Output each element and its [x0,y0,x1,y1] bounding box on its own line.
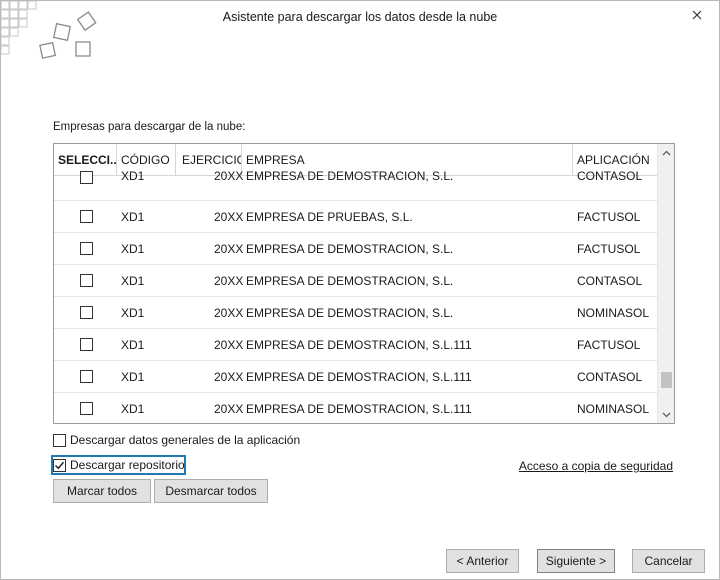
next-button[interactable]: Siguiente > [537,549,615,573]
row-select-checkbox[interactable] [80,274,93,287]
table-row[interactable]: XD1 20XX EMPRESA DE DEMOSTRACION, S.L. F… [54,233,658,265]
table-row[interactable]: XD1 20XX EMPRESA DE DEMOSTRACION, S.L. N… [54,297,658,329]
checkmark-icon [54,461,65,469]
repository-option[interactable]: Descargar repositorio [53,458,185,472]
mark-all-button[interactable]: Marcar todos [53,479,151,503]
cell-empresa: EMPRESA DE PRUEBAS, S.L. [246,210,413,224]
repository-checkbox[interactable] [53,458,66,472]
cell-ejercicio: 20XX [214,274,244,288]
cell-ejercicio: 20XX [214,402,244,416]
row-select-checkbox[interactable] [80,171,93,184]
cell-ejercicio: 20XX [214,210,244,224]
backup-access-link[interactable]: Acceso a copia de seguridad [519,459,673,473]
scroll-down-button[interactable] [658,406,674,423]
cell-aplicacion: FACTUSOL [577,338,641,352]
cell-aplicacion: NOMINASOL [577,306,650,320]
wizard-window: Asistente para descargar los datos desde… [0,0,720,580]
cell-codigo: XD1 [121,169,145,183]
table-row[interactable]: XD1 20XX EMPRESA DE PRUEBAS, S.L. FACTUS… [54,201,658,233]
cell-ejercicio: 20XX [214,169,244,183]
row-select-checkbox[interactable] [80,370,93,383]
cell-aplicacion: CONTASOL [577,274,643,288]
cell-empresa: EMPRESA DE DEMOSTRACION, S.L. [246,306,454,320]
cell-empresa: EMPRESA DE DEMOSTRACION, S.L.111 [246,402,472,416]
general-data-option[interactable]: Descargar datos generales de la aplicaci… [53,433,300,447]
table-row[interactable]: XD1 20XX EMPRESA DE DEMOSTRACION, S.L. C… [54,265,658,297]
grid-scrollbar[interactable] [657,144,674,423]
cell-codigo: XD1 [121,402,145,416]
cell-empresa: EMPRESA DE DEMOSTRACION, S.L.111 [246,370,472,384]
row-select-checkbox[interactable] [80,402,93,415]
chevron-down-icon [662,412,671,417]
row-select-checkbox[interactable] [80,338,93,351]
cell-codigo: XD1 [121,370,145,384]
table-row[interactable]: XD1 20XX EMPRESA DE DEMOSTRACION, S.L.11… [54,393,658,423]
cell-codigo: XD1 [121,306,145,320]
general-data-checkbox[interactable] [53,433,66,447]
cell-empresa: EMPRESA DE DEMOSTRACION, S.L. [246,169,454,183]
cell-empresa: EMPRESA DE DEMOSTRACION, S.L. [246,242,454,256]
cell-codigo: XD1 [121,338,145,352]
scroll-up-button[interactable] [658,144,674,161]
previous-button[interactable]: < Anterior [446,549,519,573]
general-data-label: Descargar datos generales de la aplicaci… [70,433,301,447]
scroll-thumb[interactable] [661,372,672,388]
table-row[interactable]: XD1 20XX EMPRESA DE DEMOSTRACION, S.L.11… [54,361,658,393]
close-icon [692,10,702,20]
cell-aplicacion: FACTUSOL [577,242,641,256]
repository-label: Descargar repositorio [70,458,185,472]
cell-ejercicio: 20XX [214,370,244,384]
companies-label: Empresas para descargar de la nube: [53,121,246,133]
row-select-checkbox[interactable] [80,306,93,319]
window-title: Asistente para descargar los datos desde… [222,10,498,24]
unmark-all-button[interactable]: Desmarcar todos [154,479,268,503]
table-row[interactable]: XD1 20XX EMPRESA DE DEMOSTRACION, S.L. C… [54,169,658,201]
cell-aplicacion: FACTUSOL [577,210,641,224]
cell-empresa: EMPRESA DE DEMOSTRACION, S.L. [246,274,454,288]
cell-codigo: XD1 [121,274,145,288]
close-button[interactable] [685,3,709,27]
cell-ejercicio: 20XX [214,242,244,256]
row-select-checkbox[interactable] [80,242,93,255]
cell-codigo: XD1 [121,210,145,224]
cell-ejercicio: 20XX [214,306,244,320]
cell-codigo: XD1 [121,242,145,256]
cell-ejercicio: 20XX [214,338,244,352]
cell-empresa: EMPRESA DE DEMOSTRACION, S.L.111 [246,338,472,352]
companies-grid[interactable]: SELECCI... CÓDIGO EJERCICIO EMPRESA APLI… [53,143,675,424]
chevron-up-icon [662,150,671,155]
cancel-button[interactable]: Cancelar [632,549,705,573]
cell-aplicacion: CONTASOL [577,370,643,384]
cell-aplicacion: NOMINASOL [577,402,650,416]
table-row[interactable]: XD1 20XX EMPRESA DE DEMOSTRACION, S.L.11… [54,329,658,361]
row-select-checkbox[interactable] [80,210,93,223]
cell-aplicacion: CONTASOL [577,169,643,183]
